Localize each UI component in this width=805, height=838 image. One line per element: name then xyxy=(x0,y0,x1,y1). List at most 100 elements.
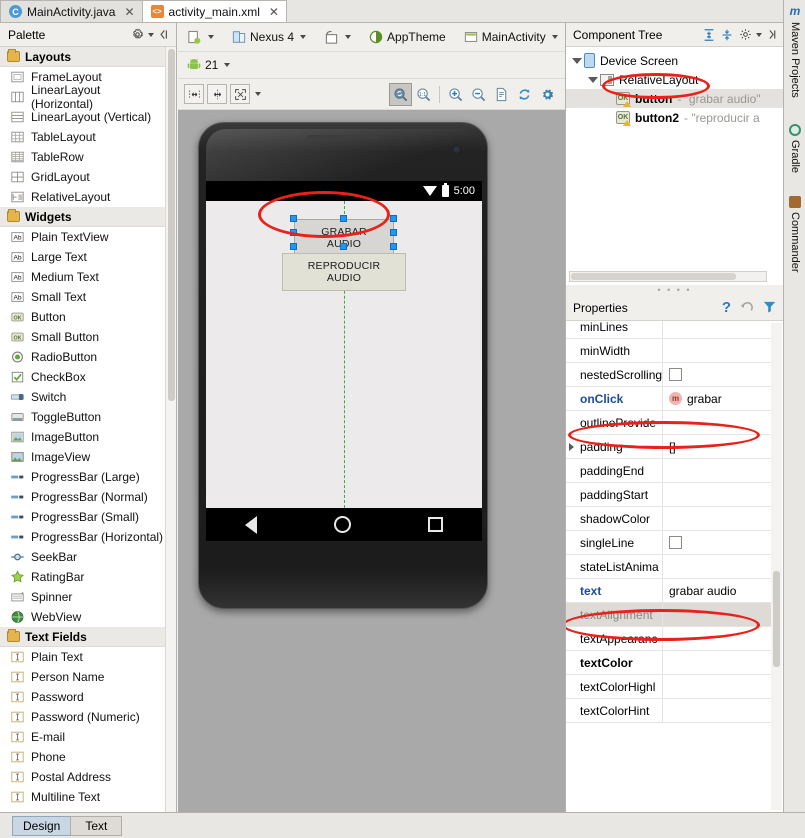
api-level-button[interactable]: 21 xyxy=(182,54,235,76)
palette-item-relativelayout[interactable]: RelativeLayout xyxy=(0,187,165,207)
palette-item-checkbox[interactable]: CheckBox xyxy=(0,367,165,387)
tab-mainactivity-java[interactable]: C MainActivity.java ✕ xyxy=(0,0,143,22)
expand-all-icon[interactable] xyxy=(700,26,718,44)
property-value[interactable] xyxy=(662,339,771,362)
palette-item-switch[interactable]: Switch xyxy=(0,387,165,407)
palette-item-tablerow[interactable]: TableRow xyxy=(0,147,165,167)
property-row-nestedscrolling[interactable]: nestedScrolling xyxy=(566,363,771,387)
component-tree-scrollbar[interactable] xyxy=(569,271,767,282)
property-checkbox[interactable] xyxy=(669,368,682,381)
palette-item-radiobutton[interactable]: RadioButton xyxy=(0,347,165,367)
settings-gear-button[interactable] xyxy=(536,83,559,106)
palette-item-imagebutton[interactable]: ImageButton xyxy=(0,427,165,447)
property-value[interactable] xyxy=(662,483,771,506)
palette-item-phone[interactable]: Phone xyxy=(0,747,165,767)
resize-handle[interactable] xyxy=(390,229,397,236)
property-row-outlineprovide[interactable]: outlineProvide xyxy=(566,411,771,435)
property-value[interactable] xyxy=(662,627,771,650)
resize-handle[interactable] xyxy=(340,243,347,250)
palette-item-ratingbar[interactable]: RatingBar xyxy=(0,567,165,587)
palette-item-password[interactable]: Password xyxy=(0,687,165,707)
tree-expander-icon[interactable] xyxy=(586,76,600,83)
palette-item-e-mail[interactable]: E-mail xyxy=(0,727,165,747)
tab-text[interactable]: Text xyxy=(70,815,123,836)
palette-item-webview[interactable]: WebView xyxy=(0,607,165,627)
palette-item-togglebutton[interactable]: ToggleButton xyxy=(0,407,165,427)
orientation-button[interactable] xyxy=(319,26,356,48)
tool-tab-maven-projects[interactable]: m Maven Projects xyxy=(784,4,805,98)
tool-tab-gradle[interactable]: Gradle xyxy=(784,124,805,173)
property-value[interactable] xyxy=(662,555,771,578)
property-value[interactable] xyxy=(662,507,771,530)
palette-item-linearlayout-vertical[interactable]: LinearLayout (Vertical) xyxy=(0,107,165,127)
expand-button[interactable] xyxy=(230,84,250,104)
settings-gear-icon[interactable] xyxy=(128,26,146,44)
hide-panel-icon[interactable] xyxy=(762,26,780,44)
theme-selector-button[interactable]: AppTheme xyxy=(364,26,451,48)
grabar-audio-widget-wrap[interactable]: GRABAR AUDIO xyxy=(290,215,397,257)
resize-handle[interactable] xyxy=(290,243,297,250)
zoom-fit-button[interactable] xyxy=(389,82,412,106)
scrollbar-thumb[interactable] xyxy=(571,273,736,280)
tree-node-relativelayout[interactable]: RelativeLayout xyxy=(566,70,783,89)
property-row-textcolor[interactable]: textColor xyxy=(566,651,771,675)
palette-item-imageview[interactable]: ImageView xyxy=(0,447,165,467)
activity-selector-button[interactable]: MainActivity xyxy=(459,26,563,48)
palette-item-button[interactable]: OK Button xyxy=(0,307,165,327)
palette-item-spinner[interactable]: Spinner xyxy=(0,587,165,607)
property-value[interactable] xyxy=(662,531,771,554)
palette-item-gridlayout[interactable]: GridLayout xyxy=(0,167,165,187)
properties-scrollbar[interactable] xyxy=(771,323,782,810)
resize-handle[interactable] xyxy=(390,215,397,222)
palette-item-multiline-text[interactable]: Multiline Text xyxy=(0,787,165,807)
palette-item-progressbar-horizontal[interactable]: ProgressBar (Horizontal) xyxy=(0,527,165,547)
tree-node-button[interactable]: OK button - "grabar audio" xyxy=(566,89,783,108)
reproducir-audio-button[interactable]: REPRODUCIR AUDIO xyxy=(282,253,406,291)
properties-table[interactable]: minLines minWidth nestedScrolling onClick m g… xyxy=(566,321,783,812)
palette-item-person-name[interactable]: Person Name xyxy=(0,667,165,687)
property-value[interactable] xyxy=(662,363,771,386)
palette-group-text-fields[interactable]: Text Fields xyxy=(0,627,165,647)
palette-list[interactable]: Layouts FrameLayout LinearLayout (Horizont… xyxy=(0,47,176,812)
device-screen[interactable]: 5:00 GRABAR AUDIO xyxy=(206,181,482,541)
property-row-singleline[interactable]: singleLine xyxy=(566,531,771,555)
help-icon[interactable]: ? xyxy=(722,299,731,316)
property-value[interactable]: [] xyxy=(662,435,771,458)
property-value[interactable]: m grabar xyxy=(662,387,771,410)
tree-node-button2[interactable]: OK button2 - "reproducir a xyxy=(566,108,783,127)
tree-expander-icon[interactable] xyxy=(570,57,584,64)
device-selector-button[interactable]: Nexus 4 xyxy=(227,26,311,48)
tab-activity-main-xml[interactable]: <> activity_main.xml ✕ xyxy=(141,0,287,22)
property-value[interactable] xyxy=(662,651,771,674)
tool-tab-commander[interactable]: Commander xyxy=(784,196,805,273)
chevron-down-icon[interactable] xyxy=(255,92,261,96)
scrollbar-thumb[interactable] xyxy=(773,571,780,667)
palette-item-password-numeric[interactable]: Password (Numeric) xyxy=(0,707,165,727)
property-row-textalignment[interactable]: textAlignment xyxy=(566,603,771,627)
palette-scrollbar[interactable] xyxy=(165,47,176,812)
property-value[interactable] xyxy=(662,411,771,434)
refresh-button[interactable] xyxy=(513,83,536,106)
property-row-statelistanima[interactable]: stateListAnima xyxy=(566,555,771,579)
resize-handle[interactable] xyxy=(390,243,397,250)
property-row-paddingstart[interactable]: paddingStart xyxy=(566,483,771,507)
property-row-padding[interactable]: padding [] xyxy=(566,435,771,459)
settings-gear-icon[interactable] xyxy=(736,26,754,44)
resize-handle[interactable] xyxy=(340,215,347,222)
scrollbar-thumb[interactable] xyxy=(168,49,175,401)
property-value[interactable] xyxy=(662,675,771,698)
zoom-actual-size-button[interactable]: 1:1 xyxy=(412,83,435,106)
app-content[interactable]: GRABAR AUDIO REPRODUCIR AUDIO xyxy=(206,201,482,508)
component-tree[interactable]: Device Screen RelativeLayout OK button - "gr… xyxy=(566,47,783,285)
palette-item-medium-text[interactable]: Ab Medium Text xyxy=(0,267,165,287)
filter-icon[interactable] xyxy=(762,299,777,317)
close-icon[interactable]: ✕ xyxy=(124,6,134,18)
panel-splitter[interactable]: • • • • xyxy=(566,285,783,295)
grabar-audio-button[interactable]: GRABAR AUDIO xyxy=(294,219,394,257)
palette-item-tablelayout[interactable]: TableLayout xyxy=(0,127,165,147)
property-value[interactable] xyxy=(662,699,771,722)
property-row-text[interactable]: text grabar audio xyxy=(566,579,771,603)
document-button[interactable] xyxy=(490,83,513,106)
palette-item-linearlayout-horizontal[interactable]: LinearLayout (Horizontal) xyxy=(0,83,165,111)
collapse-all-icon[interactable] xyxy=(718,26,736,44)
